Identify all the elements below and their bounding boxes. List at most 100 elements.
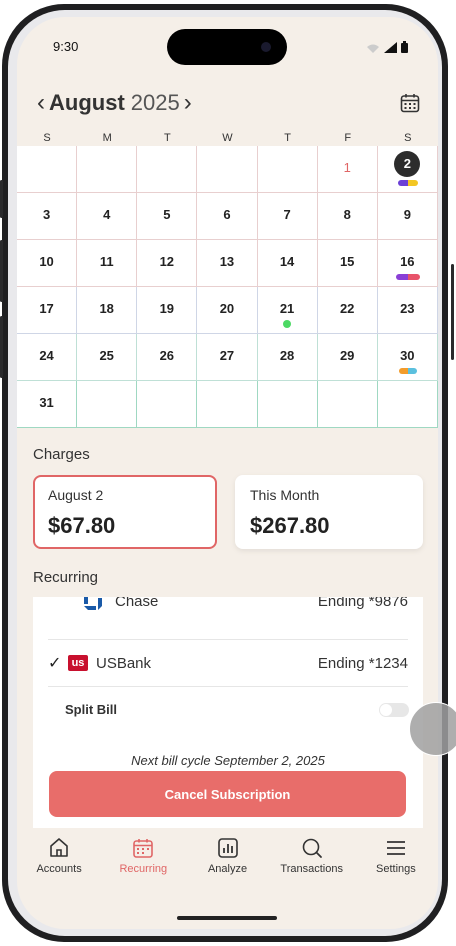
volume-down-button	[0, 316, 3, 378]
charge-indicator	[283, 320, 292, 328]
day-number: 27	[219, 348, 235, 363]
prev-month-button[interactable]: ‹	[33, 89, 49, 117]
calendar-day-empty	[197, 381, 258, 428]
calendar-day[interactable]: 7	[257, 193, 318, 240]
day-number: 13	[219, 254, 235, 269]
calendar-day[interactable]: 5	[137, 193, 198, 240]
calendar-day-empty	[77, 381, 138, 428]
tab-label: Transactions	[280, 863, 343, 875]
calendar-icon	[400, 94, 420, 113]
selected-day-charge-card[interactable]: August 2 $67.80	[33, 475, 217, 549]
calendar-day[interactable]: 21	[257, 287, 318, 334]
tab-label: Analyze	[207, 863, 248, 875]
calendar-day[interactable]: 14	[257, 240, 318, 287]
divider	[48, 639, 408, 640]
calendar-day[interactable]: 19	[137, 287, 198, 334]
status-time: 9:30	[53, 39, 79, 54]
calendar-day[interactable]: 17	[17, 287, 78, 334]
calendar-week: 17 18 19 20 21 22 23	[17, 287, 438, 334]
next-bill-cycle: Next bill cycle September 2, 2025	[131, 753, 325, 768]
calendar-day-empty	[197, 146, 258, 193]
calendar-day[interactable]: 27	[197, 334, 258, 381]
tab-transactions[interactable]: Transactions	[270, 837, 354, 897]
day-number: 31	[39, 395, 54, 410]
app-screen: 9:30 ‹ August 2025 › S M T W T F S 1 2 3…	[17, 17, 438, 929]
calendar-week: 3 4 5 6 7 8 9	[17, 193, 438, 240]
calendar-day[interactable]: 28	[257, 334, 318, 381]
charge-indicator	[398, 368, 417, 374]
bank-ending: Ending *1234	[317, 654, 408, 672]
day-number: 5	[163, 207, 171, 222]
day-number: 2	[394, 151, 421, 177]
chase-logo-icon	[84, 597, 102, 610]
day-number: 16	[400, 254, 415, 269]
bank-name: USBank	[96, 654, 152, 672]
calendar-day[interactable]: 22	[317, 287, 378, 334]
calendar-day[interactable]: 11	[77, 240, 138, 287]
calendar-day[interactable]: 10	[17, 240, 78, 287]
volume-up-button	[0, 240, 3, 302]
day-number: 4	[103, 207, 111, 222]
calendar-day[interactable]: 15	[317, 240, 378, 287]
day-number: 22	[339, 301, 355, 316]
calendar-day[interactable]: 26	[137, 334, 198, 381]
camera-icon	[261, 42, 271, 52]
month-navigator: ‹ August 2025 ›	[33, 89, 196, 117]
calendar-day[interactable]: 12	[137, 240, 198, 287]
calendar-day[interactable]: 25	[77, 334, 138, 381]
calendar-day[interactable]: 24	[17, 334, 78, 381]
calendar-day[interactable]: 20	[197, 287, 258, 334]
calendar-day[interactable]: 16	[377, 240, 438, 287]
charge-card-label: This Month	[250, 487, 320, 503]
calendar-day[interactable]: 9	[377, 193, 438, 240]
day-number: 10	[39, 254, 54, 269]
calendar-picker-button[interactable]	[400, 93, 420, 118]
tab-analyze[interactable]: Analyze	[185, 837, 269, 897]
split-bill-toggle[interactable]	[379, 703, 409, 717]
bank-name: Chase	[115, 597, 159, 610]
calendar-day-empty	[317, 381, 378, 428]
checkmark-icon: ✓	[48, 655, 62, 672]
wifi-icon	[367, 44, 379, 53]
bank-option-usbank[interactable]: ✓ us USBank Ending *1234	[33, 651, 423, 675]
day-number: 7	[283, 207, 291, 222]
weekday-label: T	[163, 132, 171, 144]
calendar-grid: 1 2 3 4 5 6 7 8 9 10 11 12 13 14 15 16 1…	[17, 146, 438, 428]
calendar-day[interactable]: 29	[317, 334, 378, 381]
day-number: 23	[400, 301, 415, 316]
calendar-day[interactable]: 4	[77, 193, 138, 240]
calendar-day[interactable]: 6	[197, 193, 258, 240]
next-month-button[interactable]: ›	[180, 89, 196, 117]
weekday-label: W	[222, 132, 233, 144]
calendar-day[interactable]: 3	[17, 193, 78, 240]
dynamic-island	[167, 29, 287, 65]
tab-recurring[interactable]: Recurring	[101, 837, 185, 897]
calendar-day[interactable]: 23	[377, 287, 438, 334]
weekday-label: S	[43, 132, 51, 144]
battery-icon	[401, 41, 408, 53]
month-charge-card[interactable]: This Month $267.80	[235, 475, 423, 549]
touch-indicator	[409, 702, 456, 756]
month-name: August	[49, 90, 125, 115]
day-number: 11	[99, 254, 114, 269]
cancel-subscription-button[interactable]: Cancel Subscription	[49, 771, 406, 817]
bank-option-chase[interactable]: Chase Ending *9876	[33, 597, 423, 613]
toggle-knob	[380, 704, 392, 716]
calendar-day[interactable]: 13	[197, 240, 258, 287]
tab-label: Settings	[376, 863, 416, 875]
calendar-day[interactable]: 31	[17, 381, 78, 428]
calendar-day-selected[interactable]: 2	[377, 146, 438, 193]
calendar-week: 31	[17, 381, 438, 428]
day-number: 15	[339, 254, 355, 269]
tab-settings[interactable]: Settings	[354, 837, 438, 897]
tab-accounts[interactable]: Accounts	[17, 837, 101, 897]
calendar-day[interactable]: 30	[377, 334, 438, 381]
calendar-day[interactable]: 1	[317, 146, 378, 193]
calendar-day[interactable]: 18	[77, 287, 138, 334]
signal-icon	[384, 42, 397, 53]
home-indicator[interactable]	[177, 916, 277, 920]
calendar-day-empty	[257, 146, 318, 193]
charge-card-amount: $67.80	[48, 513, 116, 538]
calendar-day[interactable]: 8	[317, 193, 378, 240]
recurring-detail-card: Chase Ending *9876 ✓ us USBank Ending *1…	[33, 597, 423, 828]
